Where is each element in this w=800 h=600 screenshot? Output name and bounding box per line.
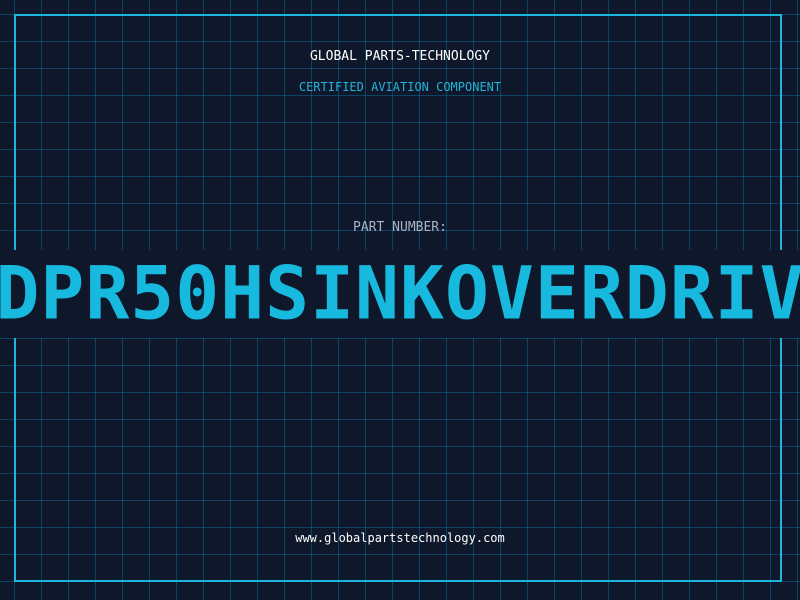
part-number-band: ODPR50HSINKOVERDRIVE bbox=[0, 250, 800, 338]
company-name: GLOBAL PARTS-TECHNOLOGY bbox=[309, 49, 490, 64]
company-tagline: CERTIFIED AVIATION COMPONENT bbox=[298, 80, 502, 94]
certificate-page: GLOBAL PARTS-TECHNOLOGY CERTIFIED AVIATI… bbox=[0, 0, 800, 600]
part-number-value: ODPR50HSINKOVERDRIVE bbox=[0, 251, 800, 337]
website-link[interactable]: www.globalpartstechnology.com bbox=[0, 531, 800, 545]
part-number-label: PART NUMBER: bbox=[353, 220, 447, 235]
